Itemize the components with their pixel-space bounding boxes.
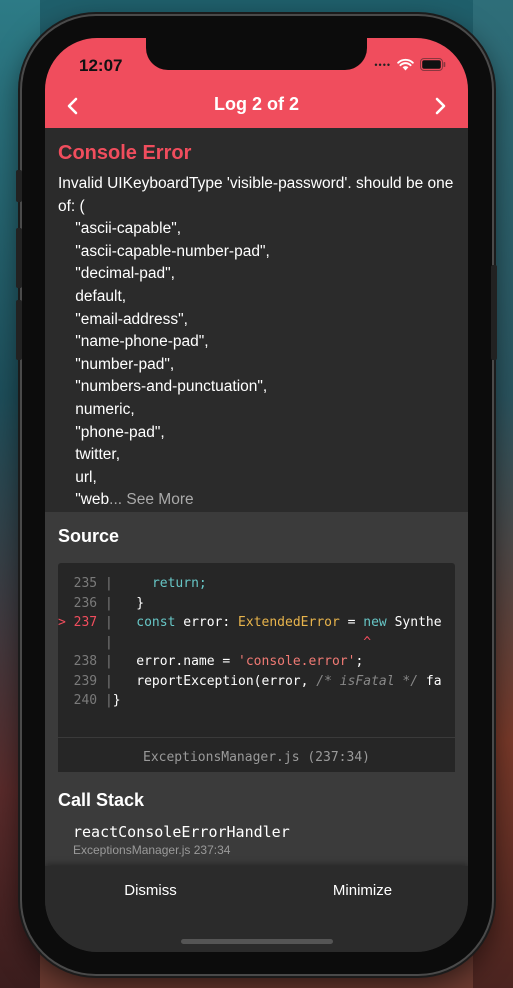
see-more-link[interactable]: ... See More xyxy=(109,491,193,508)
log-navigation: Log 2 of 2 xyxy=(45,90,468,122)
dismiss-button[interactable]: Dismiss xyxy=(45,882,256,906)
line-text: const error: ExtendedError = new Synthe xyxy=(136,615,442,630)
stack-frame-location: ExceptionsManager.js 237:34 xyxy=(73,843,231,857)
stack-frame[interactable]: reactConsoleErrorHandler ExceptionsManag… xyxy=(58,823,455,857)
source-title: Source xyxy=(58,526,120,546)
minimize-button[interactable]: Minimize xyxy=(257,882,468,906)
code-line: 238 | error.name = 'console.error'; xyxy=(58,654,364,669)
code-line: 236 | } xyxy=(58,595,145,611)
call-stack-title: Call Stack xyxy=(58,790,145,810)
line-number: 235 xyxy=(58,576,98,591)
call-stack-section: Call Stack reactConsoleErrorHandler Exce… xyxy=(45,772,468,866)
home-indicator[interactable] xyxy=(181,939,333,944)
line-number: 238 xyxy=(58,654,98,669)
power-button xyxy=(491,265,497,360)
line-text: reportException(error, /* isFatal */ fa xyxy=(120,673,442,689)
line-text: } xyxy=(120,595,145,611)
signal-icon: •••• xyxy=(374,59,391,70)
code-line: 235 | return; xyxy=(58,576,207,591)
error-section: Console Error Invalid UIKeyboardType 'vi… xyxy=(45,128,468,512)
code-line-highlighted: > 237 | const error: ExtendedError = new… xyxy=(58,615,442,630)
battery-icon xyxy=(420,58,446,71)
line-text: } xyxy=(112,693,121,708)
line-number: 239 xyxy=(58,673,98,689)
mute-switch xyxy=(16,170,22,202)
chevron-right-icon[interactable] xyxy=(430,94,450,118)
error-message: Invalid UIKeyboardType 'visible-password… xyxy=(58,173,455,512)
source-file-location[interactable]: ExceptionsManager.js (237:34) xyxy=(58,737,455,777)
status-icons: •••• xyxy=(374,58,446,71)
volume-up-button xyxy=(16,228,22,288)
line-number: 240 xyxy=(58,693,98,708)
line-number xyxy=(58,635,97,650)
line-number: 236 xyxy=(58,595,98,611)
notch xyxy=(146,38,367,70)
log-content[interactable]: Console Error Invalid UIKeyboardType 'vi… xyxy=(45,128,468,866)
line-text: return; xyxy=(151,576,207,591)
error-caret: ^ xyxy=(120,634,372,650)
log-title: Log 2 of 2 xyxy=(214,94,299,114)
error-message-text: Invalid UIKeyboardType 'visible-password… xyxy=(58,175,454,509)
wifi-icon xyxy=(397,58,414,71)
error-title: Console Error xyxy=(58,142,192,164)
line-number: > 237 xyxy=(58,615,98,630)
volume-down-button xyxy=(16,300,22,360)
source-section: Source 235 | return; 236 | } > 237 | con… xyxy=(45,512,468,777)
log-header: 12:07 •••• Log 2 of 2 xyxy=(45,38,468,128)
code-lines: 235 | return; 236 | } > 237 | const erro… xyxy=(58,563,455,737)
screen: 12:07 •••• Log 2 of 2 Console Error Inva… xyxy=(45,38,468,952)
stack-frame-function: reactConsoleErrorHandler xyxy=(73,823,290,841)
status-time: 12:07 xyxy=(79,56,123,75)
line-text: error.name = 'console.error'; xyxy=(120,654,364,669)
log-footer: Dismiss Minimize xyxy=(45,866,468,952)
code-line: 240 |} xyxy=(58,693,121,708)
code-frame: 235 | return; 236 | } > 237 | const erro… xyxy=(58,563,455,777)
code-line-caret: | ^ xyxy=(58,633,455,653)
code-line: 239 | reportException(error, /* isFatal … xyxy=(58,673,442,689)
